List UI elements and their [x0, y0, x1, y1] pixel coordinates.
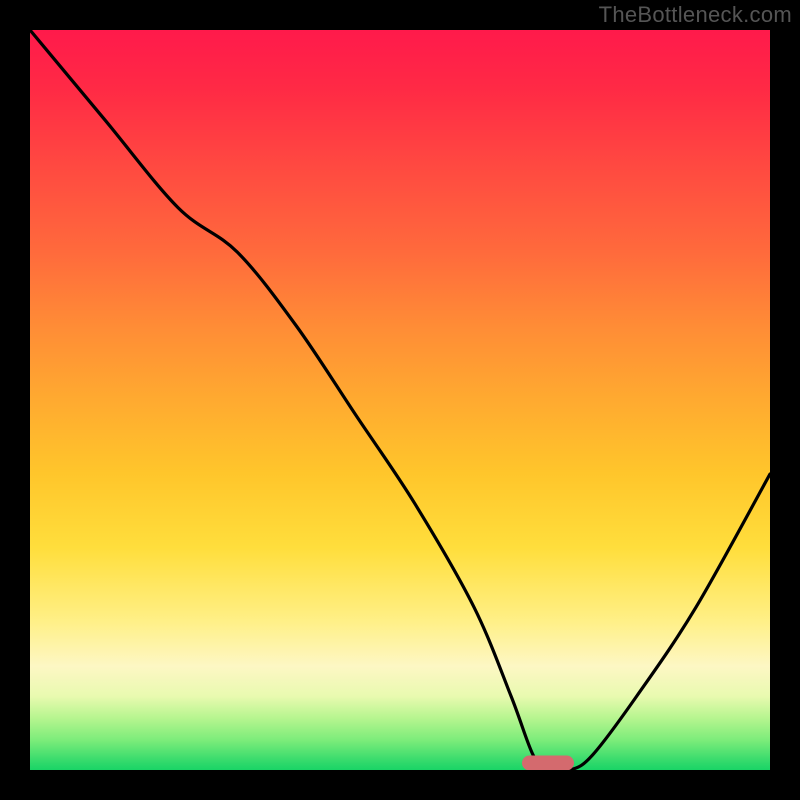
bottleneck-curve	[30, 30, 770, 770]
watermark-text: TheBottleneck.com	[599, 2, 792, 28]
optimal-marker	[522, 756, 574, 771]
curve-path	[30, 30, 770, 770]
plot-area	[30, 30, 770, 770]
chart-frame: TheBottleneck.com	[0, 0, 800, 800]
